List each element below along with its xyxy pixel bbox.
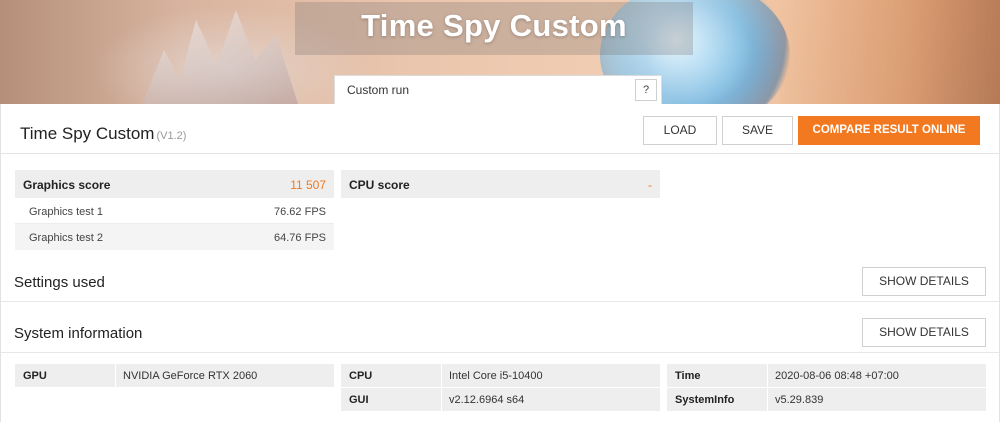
cpu-score-label: CPU score	[349, 178, 410, 192]
info-separator	[441, 364, 442, 387]
section-divider	[1, 352, 999, 353]
run-selector-value: Custom run	[347, 83, 410, 97]
graphics-test-row: Graphics test 2 64.76 FPS	[15, 224, 334, 250]
info-key: Time	[675, 370, 701, 382]
info-separator	[767, 388, 768, 411]
graphics-score-header: Graphics score 11 507	[15, 170, 334, 198]
hero-crystal-artwork	[140, 10, 300, 104]
version-label: (V1.2)	[156, 130, 187, 142]
page-title-text: Time Spy Custom	[20, 124, 155, 143]
info-value: v2.12.6964 s64	[449, 394, 525, 406]
graphics-score-label: Graphics score	[23, 178, 111, 192]
page-title: Time Spy Custom (V1.2)	[20, 124, 186, 144]
help-button[interactable]: ?	[635, 79, 657, 101]
graphics-score-value: 11 507	[290, 178, 326, 192]
info-value: Intel Core i5-10400	[449, 370, 543, 382]
hero-title: Time Spy Custom	[361, 8, 627, 43]
info-key: SystemInfo	[675, 394, 735, 406]
info-value: 2020-08-06 08:48 +07:00	[775, 370, 899, 382]
hero-branch-artwork	[780, 0, 1000, 104]
info-separator	[441, 388, 442, 411]
settings-section-title: Settings used	[14, 274, 105, 291]
compare-result-online-button[interactable]: COMPARE RESULT ONLINE	[798, 116, 980, 145]
info-value: v5.29.839	[775, 394, 824, 406]
graphics-test-name: Graphics test 2	[29, 232, 103, 244]
info-value: NVIDIA GeForce RTX 2060	[123, 370, 258, 382]
info-cell-systeminfo: SystemInfo v5.29.839	[667, 388, 986, 411]
graphics-test-value: 76.62 FPS	[274, 206, 326, 218]
result-panel: Time Spy Custom (V1.2) LOAD SAVE COMPARE …	[0, 104, 1000, 422]
info-key: GUI	[349, 394, 369, 406]
cpu-score-value: -	[648, 178, 652, 192]
info-key: CPU	[349, 370, 373, 382]
info-cell-time: Time 2020-08-06 08:48 +07:00	[667, 364, 986, 387]
save-button[interactable]: SAVE	[722, 116, 793, 145]
graphics-score-box: Graphics score 11 507 Graphics test 1 76…	[15, 170, 334, 250]
result-header: Time Spy Custom (V1.2) LOAD SAVE COMPARE …	[1, 104, 999, 154]
graphics-test-row: Graphics test 1 76.62 FPS	[15, 198, 334, 224]
info-cell-gui: GUI v2.12.6964 s64	[341, 388, 660, 411]
info-key: GPU	[23, 370, 47, 382]
info-separator	[767, 364, 768, 387]
settings-show-details-button[interactable]: SHOW DETAILS	[862, 267, 986, 296]
cpu-score-box: CPU score -	[341, 170, 660, 198]
run-selector[interactable]: Custom run ?	[334, 75, 662, 104]
system-show-details-button[interactable]: SHOW DETAILS	[862, 318, 986, 347]
load-button[interactable]: LOAD	[643, 116, 717, 145]
graphics-test-name: Graphics test 1	[29, 206, 103, 218]
info-cell-cpu: CPU Intel Core i5-10400	[341, 364, 660, 387]
graphics-test-value: 64.76 FPS	[274, 232, 326, 244]
info-separator	[115, 364, 116, 387]
cpu-score-header: CPU score -	[341, 170, 660, 198]
section-divider	[1, 301, 999, 302]
info-cell-gpu: GPU NVIDIA GeForce RTX 2060	[15, 364, 334, 387]
system-section-title: System information	[14, 325, 143, 342]
